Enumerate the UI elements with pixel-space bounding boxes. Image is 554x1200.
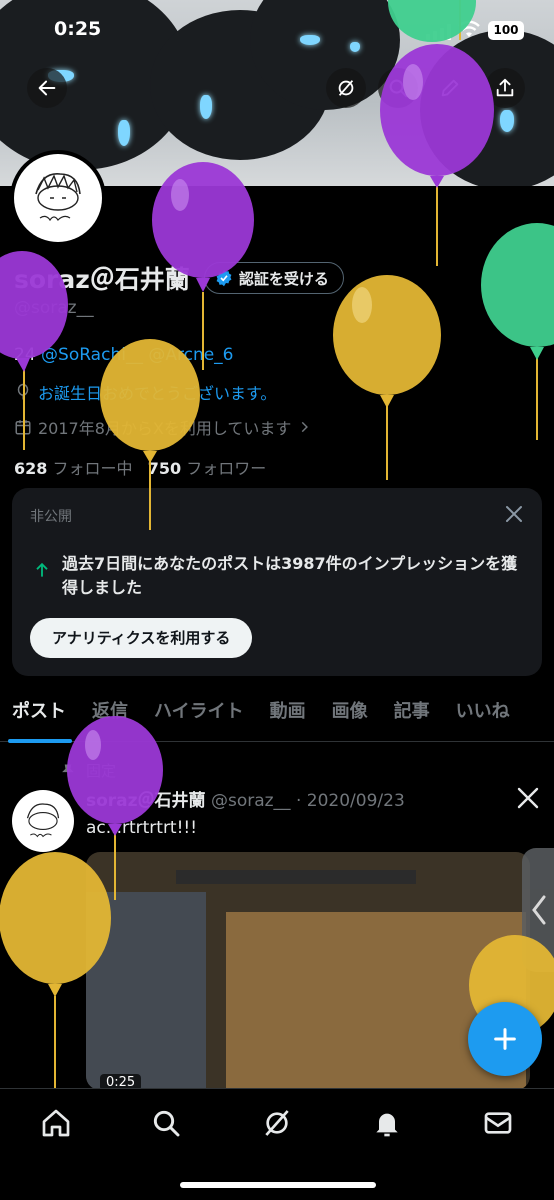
video-scene-wall <box>86 892 206 1090</box>
close-icon[interactable] <box>502 502 526 526</box>
tab-posts[interactable]: ポスト <box>0 690 72 743</box>
battery-indicator: 100 <box>488 21 524 40</box>
followers-count: 750 <box>147 459 182 478</box>
analytics-button[interactable]: アナリティクスを利用する <box>30 618 253 658</box>
get-verified-label: 認証を受ける <box>238 269 329 288</box>
x-logo-icon[interactable] <box>516 786 540 810</box>
wifi-icon <box>458 20 480 37</box>
profile-name-row: soraz＠石井蘭 認証を受ける <box>14 260 344 296</box>
pinned-label: 固定 <box>86 762 117 780</box>
balloon-icon <box>17 383 29 400</box>
plus-icon <box>494 1028 516 1050</box>
search-button[interactable] <box>378 68 418 108</box>
status-time: 0:25 <box>54 18 102 40</box>
back-button[interactable] <box>27 68 67 108</box>
post-author-handle[interactable]: @soraz__ <box>211 791 291 811</box>
post-separator: · <box>295 791 302 811</box>
post-avatar[interactable] <box>12 790 74 852</box>
private-label: 非公開 <box>30 509 72 525</box>
tab-articles[interactable]: 記事 <box>382 690 430 741</box>
impressions-message: 過去7日間にあなたのポストは3987件のインプレッションを獲得しました <box>62 554 518 597</box>
tab-images[interactable]: 画像 <box>320 690 368 741</box>
birthday-line: お誕生日おめでとうございます。 <box>14 380 276 404</box>
profile-avatar[interactable] <box>10 150 106 246</box>
side-panel-handle[interactable] <box>522 848 554 972</box>
verified-badge-icon <box>216 269 232 287</box>
profile-bio: 24 @SoRachi__ @Arcne_6 <box>14 345 234 365</box>
grok-button[interactable] <box>326 68 366 108</box>
calendar-icon <box>15 420 31 435</box>
notifications-icon[interactable] <box>371 1107 403 1139</box>
balloon-icon <box>333 275 441 480</box>
home-indicator <box>180 1182 376 1188</box>
grok-icon[interactable] <box>261 1107 293 1139</box>
search-icon <box>389 79 408 98</box>
following-count: 628 <box>14 459 48 478</box>
chevron-left-icon <box>532 895 546 925</box>
following-link[interactable]: 628 フォロー中 <box>14 459 133 478</box>
video-hud <box>176 870 416 884</box>
grok-icon <box>338 80 354 96</box>
pinned-indicator: 固定 <box>60 760 116 781</box>
followers-link[interactable]: 750 フォロワー <box>148 459 267 478</box>
tab-likes[interactable]: いいね <box>444 690 510 741</box>
post-header: soraz＠石井蘭 @soraz__ · 2020/09/23 <box>86 786 405 811</box>
follow-counts: 628 フォロー中 750 フォロワー <box>14 455 266 479</box>
share-button[interactable] <box>485 68 525 108</box>
followers-label: フォロワー <box>186 459 267 478</box>
post-video[interactable]: 0:25 <box>86 852 530 1090</box>
analytics-card: 非公開 過去7日間にあなたのポストは3987件のインプレッションを獲得しました … <box>12 488 542 676</box>
edit-icon <box>441 79 459 97</box>
post-date[interactable]: 2020/09/23 <box>307 791 405 811</box>
share-icon <box>496 78 514 97</box>
tab-highlights[interactable]: ハイライト <box>142 690 244 741</box>
status-bar: 0:25 100 <box>0 0 554 60</box>
profile-tabs: ポスト 返信 ハイライト 動画 画像 記事 いいね <box>0 690 554 743</box>
tab-replies[interactable]: 返信 <box>80 690 128 741</box>
bio-mention-1[interactable]: @SoRachi__ <box>41 345 143 365</box>
get-verified-button[interactable]: 認証を受ける <box>203 262 344 294</box>
avatar-drawing <box>26 803 60 838</box>
avatar-drawing <box>35 173 81 222</box>
compose-button[interactable] <box>468 1002 542 1076</box>
birthday-text: お誕生日おめでとうございます。 <box>38 384 277 403</box>
chevron-right-icon <box>302 421 309 433</box>
bio-mention-2[interactable]: @Arcne_6 <box>148 345 233 365</box>
joined-text: 2017年8月からXを利用しています <box>38 419 292 438</box>
bio-prefix: 24 <box>14 345 36 365</box>
search-icon[interactable] <box>150 1107 182 1139</box>
following-label: フォロー中 <box>52 459 133 478</box>
back-arrow-icon <box>38 80 56 96</box>
post-author-name[interactable]: soraz＠石井蘭 <box>86 791 206 811</box>
messages-icon[interactable] <box>482 1107 514 1139</box>
profile-handle: @soraz__ <box>14 298 94 318</box>
display-name: soraz＠石井蘭 <box>14 265 190 294</box>
tab-videos[interactable]: 動画 <box>258 690 306 741</box>
arrow-up-icon <box>36 562 48 577</box>
balloon-icon <box>481 223 554 440</box>
post-text: ac...rtrtrtrt!!! <box>86 818 198 838</box>
edit-button[interactable] <box>430 68 470 108</box>
home-icon[interactable] <box>40 1107 72 1139</box>
joined-line[interactable]: 2017年8月からXを利用しています <box>14 415 317 439</box>
pin-icon <box>62 764 74 777</box>
signal-icon <box>426 24 452 40</box>
